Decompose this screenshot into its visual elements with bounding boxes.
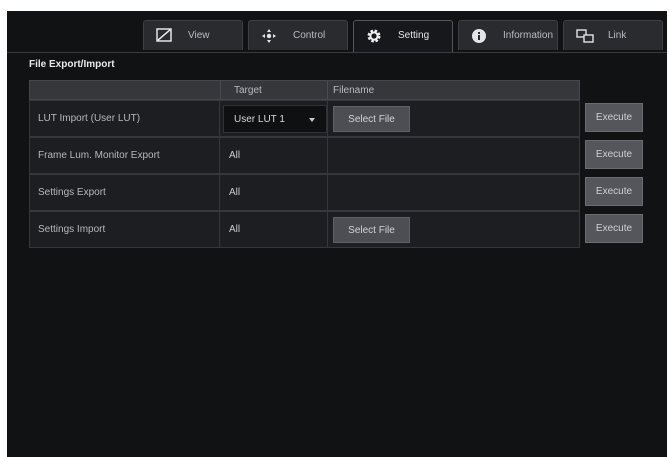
target-dropdown[interactable]: User LUT 1: [223, 105, 327, 133]
target-value: All: [229, 187, 241, 198]
app-screen: View Control Setting Information Link Fi…: [7, 11, 667, 457]
tab-link[interactable]: Link: [563, 20, 663, 50]
select-file-button[interactable]: Select File: [333, 106, 410, 132]
tab-divider: [7, 52, 667, 53]
row-label: Settings Import: [38, 224, 106, 235]
table-row: Settings Import All Select File: [29, 211, 580, 248]
info-icon: [471, 28, 487, 44]
tab-view-label: View: [188, 30, 210, 41]
control-icon: [261, 28, 277, 44]
row-divider: [219, 138, 220, 173]
tab-bar: View Control Setting Information Link: [7, 20, 667, 53]
row-divider: [219, 101, 220, 136]
tab-view[interactable]: View: [143, 20, 243, 50]
select-file-button[interactable]: Select File: [333, 217, 410, 243]
tab-control[interactable]: Control: [248, 20, 348, 50]
row-divider: [327, 175, 328, 210]
header-filename: Filename: [333, 85, 375, 96]
execute-button[interactable]: Execute: [585, 140, 643, 169]
row-divider: [327, 212, 328, 247]
link-icon: [576, 28, 594, 44]
table-row: Frame Lum. Monitor Export All: [29, 137, 580, 174]
header-divider: [220, 81, 221, 99]
view-icon: [156, 28, 172, 44]
table-header: Target Filename: [29, 80, 580, 100]
gear-icon: [366, 28, 382, 44]
section-title: File Export/Import: [29, 59, 115, 70]
table-row: LUT Import (User LUT) User LUT 1 Select …: [29, 100, 580, 137]
tab-information[interactable]: Information: [458, 20, 558, 50]
header-target: Target: [234, 85, 262, 96]
execute-button[interactable]: Execute: [585, 177, 643, 206]
row-divider: [327, 101, 328, 136]
execute-button[interactable]: Execute: [585, 214, 643, 243]
target-value: All: [229, 224, 241, 235]
tab-control-label: Control: [293, 30, 326, 41]
target-dropdown-value: User LUT 1: [234, 114, 285, 125]
row-label: Settings Export: [38, 187, 106, 198]
tab-setting-label: Setting: [398, 30, 430, 41]
target-value: All: [229, 150, 241, 161]
row-divider: [327, 138, 328, 173]
tab-setting[interactable]: Setting: [353, 20, 453, 53]
execute-button[interactable]: Execute: [585, 103, 643, 132]
row-divider: [219, 175, 220, 210]
tab-link-label: Link: [608, 30, 627, 41]
table-row: Settings Export All: [29, 174, 580, 211]
header-divider: [327, 81, 328, 99]
row-label: LUT Import (User LUT): [38, 113, 141, 124]
chevron-down-icon: [309, 118, 315, 122]
tab-information-label: Information: [503, 30, 554, 41]
row-label: Frame Lum. Monitor Export: [38, 150, 160, 161]
row-divider: [219, 212, 220, 247]
